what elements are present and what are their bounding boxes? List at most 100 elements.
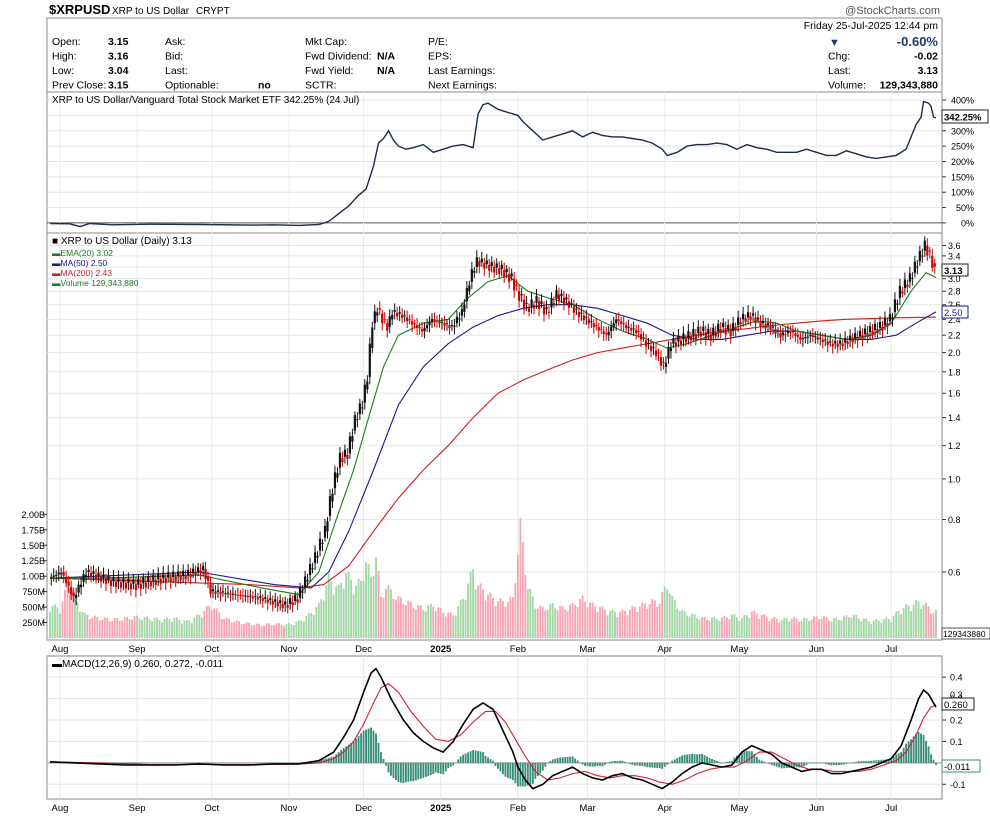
candle-body: [301, 591, 304, 593]
macd-histogram-bar: [474, 750, 477, 763]
volume-bar: [502, 600, 504, 638]
volume-bar: [586, 607, 589, 638]
macd-histogram-bar: [638, 762, 641, 766]
candle-body: [784, 334, 787, 336]
volume-bar: [623, 610, 626, 638]
volume-bar: [753, 610, 756, 638]
volume-bar: [750, 611, 753, 638]
candle-body: [450, 324, 454, 327]
candle-body: [878, 321, 882, 329]
volume-bar: [123, 617, 126, 638]
macd-histogram-bar: [335, 754, 338, 763]
candle-body: [154, 580, 157, 585]
price-last-value: 3.13: [944, 266, 963, 277]
candle-body: [630, 328, 633, 331]
volume-bar: [250, 625, 253, 638]
candle-body: [779, 333, 782, 338]
volume-bar: [865, 618, 868, 638]
volume-bar: [342, 588, 345, 638]
candle-body: [841, 343, 844, 346]
price-tick-label: 1.4: [948, 413, 961, 423]
macd-histogram-bar: [397, 762, 400, 783]
candle-body: [60, 572, 63, 574]
candle-body: [187, 570, 190, 576]
volume-bar: [434, 611, 437, 638]
macd-histogram-bar: [571, 756, 574, 763]
macd-histogram-bar: [439, 762, 442, 774]
macd-histogram-bar: [175, 762, 178, 764]
candle-body: [644, 340, 648, 347]
candle-body: [926, 245, 929, 256]
macd-histogram-bar: [599, 762, 601, 767]
candle-body: [254, 595, 257, 598]
volume-bar: [419, 605, 422, 638]
macd-histogram-bar: [561, 757, 564, 763]
candle-body: [261, 598, 264, 601]
volume-bar: [935, 609, 937, 638]
macd-histogram-bar: [551, 759, 554, 763]
candle-body: [493, 266, 496, 273]
candle-body: [513, 278, 516, 291]
candle-body: [84, 575, 88, 577]
x-axis-month-label: Oct: [204, 644, 219, 655]
candle-body: [893, 299, 897, 312]
volume-bar: [559, 606, 562, 638]
volume-bar: [760, 615, 763, 638]
volume-bar: [370, 576, 372, 638]
volume-bar: [278, 623, 280, 638]
volume-bar: [151, 621, 153, 638]
macd-histogram-bar: [51, 762, 54, 764]
volume-bar: [591, 602, 594, 638]
candle-body: [241, 595, 244, 597]
volume-bar: [444, 616, 447, 638]
candle-body: [687, 331, 690, 338]
macd-histogram-bar: [273, 762, 275, 763]
x-axis-month-label: Jun: [809, 803, 824, 814]
candle-body: [77, 584, 80, 593]
candle-body: [383, 319, 386, 321]
macd-histogram-bar: [693, 754, 696, 763]
volume-tick-label: 1.50B: [21, 541, 45, 551]
candle-body: [931, 255, 934, 268]
candle-body: [376, 312, 379, 316]
candle-body: [206, 576, 210, 581]
volume-bar: [106, 618, 109, 638]
macd-histogram-bar: [696, 754, 699, 763]
macd-histogram-bar: [158, 762, 161, 764]
quote-value: N/A: [377, 51, 396, 63]
volume-bar: [887, 618, 890, 638]
volume-bar: [743, 614, 746, 638]
volume-bar: [489, 593, 492, 638]
candle-body: [234, 594, 237, 596]
volume-bar: [63, 590, 66, 638]
candle-body: [801, 338, 804, 340]
x-axis-months-price: Aug Sep Oct Nov Dec 2025 Feb Mar Apr May Jun Jul: [52, 644, 898, 655]
volume-bar: [454, 615, 457, 638]
volume-bar: [925, 602, 927, 638]
macd-histogram-bar: [765, 762, 768, 764]
volume-bar: [238, 621, 241, 638]
candle-body: [854, 333, 857, 339]
quote-value: 3.16: [108, 51, 129, 63]
volume-bar: [718, 621, 721, 638]
macd-histogram-bar: [250, 762, 253, 764]
candle-body: [839, 340, 842, 344]
candle-body: [281, 603, 284, 609]
x-axis-month-label: 2025: [430, 644, 452, 655]
macd-histogram-bar: [352, 741, 355, 763]
volume-bar: [449, 612, 452, 638]
x-axis-month-label: May: [730, 644, 748, 655]
macd-histogram-bar: [576, 760, 579, 763]
candle-body: [547, 311, 551, 313]
volume-bar: [457, 606, 460, 638]
candle-body: [503, 269, 506, 278]
candle-body: [448, 325, 451, 329]
macd-histogram-bar: [850, 762, 853, 764]
candle-body: [177, 571, 180, 577]
macd-last-value: 0.260: [944, 700, 968, 711]
macd-histogram-bar: [166, 762, 168, 764]
candle-body: [786, 330, 790, 334]
candle-body: [455, 316, 459, 324]
macd-histogram-bar: [171, 762, 173, 764]
macd-histogram-bar: [387, 762, 390, 773]
